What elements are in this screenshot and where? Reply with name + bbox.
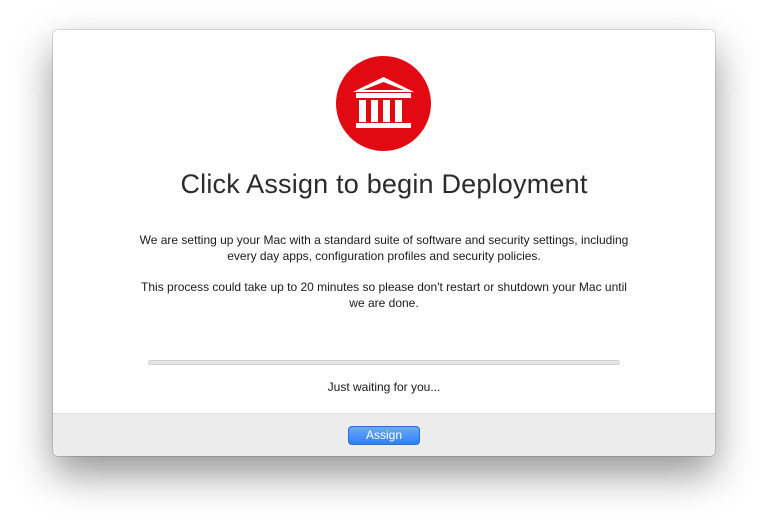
bank-building-icon <box>336 56 431 151</box>
dialog-footer: Assign <box>53 413 715 456</box>
status-text: Just waiting for you... <box>327 380 441 394</box>
page-title: Click Assign to begin Deployment <box>180 169 588 199</box>
description-setup: We are setting up your Mac with a standa… <box>139 233 629 263</box>
deployment-dialog: Click Assign to begin Deployment We are … <box>53 30 715 456</box>
description-warning: This process could take up to 20 minutes… <box>141 280 627 310</box>
assign-button[interactable]: Assign <box>348 426 420 445</box>
progress-bar <box>148 360 620 365</box>
